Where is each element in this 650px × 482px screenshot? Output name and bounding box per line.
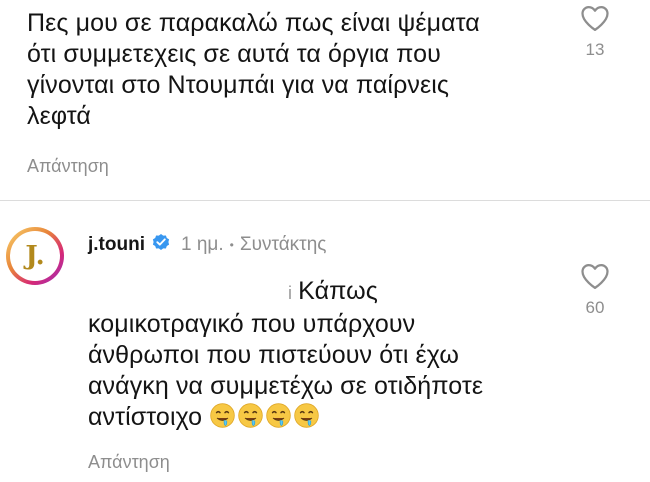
drooling-face-emoji xyxy=(266,403,291,428)
drooling-face-emoji xyxy=(210,403,235,428)
reply-meta: j.touni 1 ημ. • Συντάκτης xyxy=(88,232,326,258)
like-count: 13 xyxy=(585,40,605,59)
reply-line: αντίστοιχο xyxy=(88,402,483,433)
reply-text: i Κάπως κομικοτραγικό που υπάρχουν άνθρωπ… xyxy=(88,276,483,433)
avatar-letter: J. xyxy=(10,231,60,281)
drooling-face-emoji xyxy=(238,403,263,428)
verified-badge-icon xyxy=(151,232,171,258)
reply-line: άνθρωποι που πιστεύουν ότι έχω xyxy=(88,341,459,369)
timestamp: 1 ημ. xyxy=(180,234,224,255)
reply-button[interactable]: Απάντηση xyxy=(27,156,109,177)
reply-line: κομικοτραγικό που υπάρχουν xyxy=(88,310,416,338)
avatar[interactable]: J. xyxy=(6,227,64,285)
heart-outline-icon[interactable] xyxy=(575,4,615,32)
reply-like: 60 xyxy=(575,262,615,318)
meta-separator: • xyxy=(229,238,234,252)
emoji-row xyxy=(209,403,321,431)
text-marker: i xyxy=(288,283,293,303)
heart-outline-icon[interactable] xyxy=(575,262,615,290)
divider xyxy=(0,200,650,201)
comment-line: Πες μου σε παρακαλώ πως είναι ψέματα xyxy=(27,9,480,37)
username-link[interactable]: j.touni xyxy=(88,234,145,256)
comments-screen: Πες μου σε παρακαλώ πως είναι ψέματα ότι… xyxy=(0,0,650,482)
reply-line-text: Κάπως xyxy=(298,277,378,305)
author-badge: Συντάκτης xyxy=(239,234,327,255)
comment-like: 13 xyxy=(575,4,615,60)
drooling-face-emoji xyxy=(294,403,319,428)
comment-text: Πες μου σε παρακαλώ πως είναι ψέματα ότι… xyxy=(27,8,480,132)
reply-line: i Κάπως xyxy=(88,276,483,309)
reply-button[interactable]: Απάντηση xyxy=(88,452,170,473)
comment-line: γίνονται στο Ντουμπάι για να παίρνεις xyxy=(27,71,450,99)
reply-line: ανάγκη να συμμετέχω σε οτιδήποτε xyxy=(88,372,484,400)
like-count: 60 xyxy=(585,298,605,317)
reply-line-text: αντίστοιχο xyxy=(88,403,203,431)
comment-line: ότι συμμετεχεις σε αυτά τα όργια που xyxy=(27,40,441,68)
comment-line: λεφτά xyxy=(27,102,91,130)
